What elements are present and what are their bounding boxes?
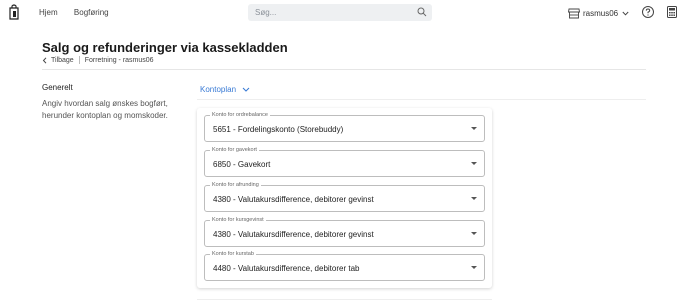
field-label: Konto for ordrebalance	[210, 112, 270, 119]
field-label: Konto for kursgevinst	[210, 217, 266, 224]
field-value: 4380 - Valutakursdifference, debitorer g…	[213, 195, 374, 204]
help-icon[interactable]	[641, 5, 655, 19]
page-title: Salg og refunderinger via kassekladden	[42, 40, 288, 55]
dropdown-arrow-icon	[471, 162, 477, 165]
chevron-down-icon	[242, 87, 250, 92]
field-value: 5651 - Fordelingskonto (Storebuddy)	[213, 125, 344, 134]
header-divider	[42, 69, 646, 70]
section-title: Generelt	[42, 83, 73, 92]
back-label: Tilbage	[51, 56, 74, 64]
back-link[interactable]: Tilbage	[42, 57, 74, 64]
top-bar: Hjem Bogføring Søg... rasmus06	[0, 0, 688, 26]
field-label: Konto for gavekort	[210, 147, 259, 154]
chevron-left-icon	[42, 56, 47, 64]
calculator-icon[interactable]	[665, 5, 679, 19]
logo-icon[interactable]	[8, 4, 20, 20]
section-divider	[197, 299, 492, 300]
select-exchange-gain-account[interactable]: Konto for kursgevinst 4380 - Valutakursd…	[204, 217, 485, 247]
store-icon	[568, 8, 580, 18]
search-placeholder: Søg...	[255, 8, 277, 17]
shop-name: rasmus06	[583, 8, 619, 18]
chevron-down-icon	[622, 11, 629, 16]
breadcrumb-divider	[78, 56, 80, 64]
select-exchange-loss-account[interactable]: Konto for kurstab 4480 - Valutakursdiffe…	[204, 251, 485, 281]
account-settings-card: Konto for ordrebalance 5651 - Fordelings…	[197, 108, 492, 288]
nav-home[interactable]: Hjem	[39, 8, 58, 17]
dropdown-arrow-icon	[471, 127, 477, 130]
select-rounding-account[interactable]: Konto for afrunding 4380 - Valutakursdif…	[204, 182, 485, 212]
dropdown-arrow-icon	[471, 197, 477, 200]
section-description: Angiv hvordan salg ønskes bogført, herun…	[42, 99, 168, 120]
dropdown-arrow-icon	[471, 266, 477, 269]
main-nav: Hjem Bogføring	[39, 8, 123, 17]
search-input[interactable]: Søg...	[248, 4, 432, 21]
kontoplan-label: Kontoplan	[200, 85, 237, 94]
search-icon	[417, 7, 427, 17]
dropdown-arrow-icon	[471, 232, 477, 235]
shop-switcher[interactable]: rasmus06	[568, 6, 629, 20]
nav-bookkeeping[interactable]: Bogføring	[74, 8, 109, 17]
select-order-balance-account[interactable]: Konto for ordrebalance 5651 - Fordelings…	[204, 112, 485, 142]
field-label: Konto for kurstab	[210, 251, 256, 258]
select-gift-card-account[interactable]: Konto for gavekort 6850 - Gavekort	[204, 147, 485, 177]
breadcrumb: Tilbage Forretning - rasmus06	[42, 56, 154, 64]
breadcrumb-current: Forretning - rasmus06	[84, 56, 154, 64]
field-value: 6850 - Gavekort	[213, 160, 271, 169]
kontoplan-toggle[interactable]: Kontoplan	[200, 85, 250, 94]
field-value: 4480 - Valutakursdifference, debitorer t…	[213, 264, 360, 273]
field-value: 4380 - Valutakursdifference, debitorer g…	[213, 230, 374, 239]
kontoplan-divider	[197, 99, 646, 100]
field-label: Konto for afrunding	[210, 182, 261, 189]
